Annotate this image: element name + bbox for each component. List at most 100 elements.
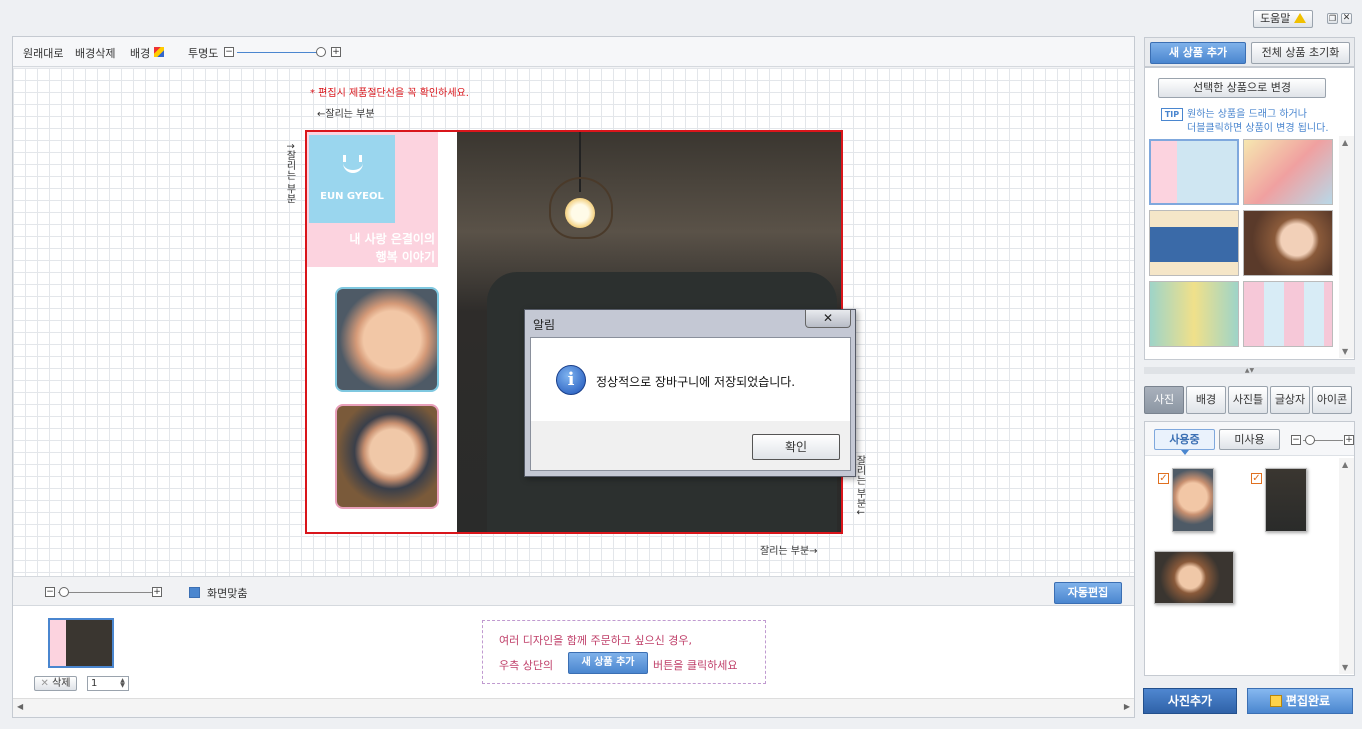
photo-asset-panel: 사용중 미사용 − + ✓ ✓ ✓ ▲ ▼ <box>1144 421 1355 676</box>
name-badge: EUN GYEOL <box>309 135 395 223</box>
unused-tab-button[interactable]: 미사용 <box>1219 429 1280 450</box>
asset-scroll-down-icon[interactable]: ▼ <box>1342 663 1348 672</box>
caption-line-2: 행복 이야기 <box>375 250 435 264</box>
opacity-minus-button[interactable]: − <box>224 47 234 57</box>
thumb-size-minus-button[interactable]: − <box>1291 435 1301 445</box>
tip-line-1: 원하는 상품을 드래그 하거나 <box>1187 109 1307 120</box>
fit-screen-checkbox[interactable] <box>189 587 200 598</box>
product-thumb-6[interactable] <box>1243 281 1333 347</box>
help-button[interactable]: 도움말 <box>1253 10 1313 28</box>
notice-line-1: 여러 디자인을 함께 주문하고 싶으신 경우, <box>499 634 693 647</box>
asset-tabs: 사진 배경 사진틀 글상자 아이콘 <box>1144 384 1355 416</box>
finish-edit-button[interactable]: 편집완료 <box>1247 688 1353 714</box>
product-thumb-2[interactable] <box>1243 139 1333 205</box>
editor-toolbar: 원래대로 배경삭제 배경 투명도 − + <box>13 37 1134 67</box>
opacity-plus-button[interactable]: + <box>331 47 341 57</box>
x-icon: ✕ <box>40 678 49 689</box>
cut-label-bottom: 잘리는 부분→ <box>760 546 818 557</box>
product-thumb-1[interactable] <box>1149 139 1239 205</box>
canvas-bottom-bar: − + 화면맞춤 자동편집 <box>13 576 1134 606</box>
auto-edit-button[interactable]: 자동편집 <box>1054 582 1122 604</box>
dialog-close-button[interactable]: ✕ <box>805 310 851 328</box>
add-new-product-button[interactable]: 새 상품 추가 <box>1150 42 1246 64</box>
delete-page-button[interactable]: ✕ 삭제 <box>34 676 77 691</box>
page-thumbnail[interactable] <box>48 618 114 668</box>
delete-background-button[interactable]: 배경삭제 <box>75 45 115 61</box>
add-photo-button[interactable]: 사진추가 <box>1143 688 1237 714</box>
product-top-bar: 새 상품 추가 전체 상품 초기화 <box>1144 37 1355 67</box>
smile-icon <box>341 153 367 179</box>
notice-add-button[interactable]: 새 상품 추가 <box>568 652 648 674</box>
delete-page-label: 삭제 <box>52 678 71 689</box>
dialog-message: 정상적으로 장바구니에 저장되었습니다. <box>596 375 796 389</box>
tip-badge: TIP <box>1161 108 1183 121</box>
palette-icon <box>154 47 164 57</box>
tip-line-2: 더블클릭하면 상품이 변경 됩니다. <box>1187 123 1329 134</box>
notice-line-2-suffix: 버튼을 클릭하세요 <box>653 659 738 672</box>
cut-label-left: ↑잘리는 부분 <box>284 142 295 204</box>
photo-frame-1[interactable] <box>335 287 439 392</box>
zoom-plus-button[interactable]: + <box>152 587 162 597</box>
stepper-arrows-icon[interactable]: ▲ ▼ <box>118 678 127 689</box>
tab-background[interactable]: 배경 <box>1186 386 1226 414</box>
scroll-up-icon[interactable]: ▲ <box>1342 138 1348 147</box>
scroll-down-icon[interactable]: ▼ <box>1342 347 1348 356</box>
photo-2-checkbox[interactable]: ✓ <box>1251 473 1262 484</box>
save-icon <box>1269 695 1282 707</box>
used-photo-3[interactable] <box>1154 551 1234 604</box>
product-list-panel: 선택한 상품으로 변경 TIP 원하는 상품을 드래그 하거나 더블클릭하면 상… <box>1144 67 1355 360</box>
thumb-size-slider-thumb[interactable] <box>1305 435 1315 445</box>
finish-edit-label: 편집완료 <box>1285 694 1331 708</box>
product-thumb-5[interactable] <box>1149 281 1239 347</box>
thumb-size-plus-button[interactable]: + <box>1344 435 1354 445</box>
asset-scroll-up-icon[interactable]: ▲ <box>1342 460 1348 469</box>
restore-window-button[interactable]: ❐ <box>1327 13 1338 24</box>
photo-frame-2[interactable] <box>335 404 439 509</box>
used-tab-button[interactable]: 사용중 <box>1154 429 1215 450</box>
notice-box: 여러 디자인을 함께 주문하고 싶으신 경우, 우측 상단의 새 상품 추가 버… <box>482 620 766 684</box>
help-label: 도움말 <box>1260 12 1291 25</box>
fit-screen-label: 화면맞춤 <box>207 587 248 600</box>
asset-scrollbar[interactable]: ▲ ▼ <box>1339 458 1354 674</box>
photo-1-checkbox[interactable]: ✓ <box>1158 473 1169 484</box>
dialog-title: 알림 <box>533 318 556 332</box>
tab-icon[interactable]: 아이콘 <box>1312 386 1352 414</box>
opacity-slider-thumb[interactable] <box>316 47 326 57</box>
dialog-ok-button[interactable]: 확인 <box>752 434 840 460</box>
page-count-stepper[interactable]: 1 ▲ ▼ <box>87 676 129 691</box>
original-button[interactable]: 원래대로 <box>23 45 63 61</box>
reset-all-products-button[interactable]: 전체 상품 초기화 <box>1251 42 1350 64</box>
cut-warning-text: * 편집시 제품절단선을 꼭 확인하세요. <box>310 88 469 99</box>
opacity-slider-track[interactable] <box>237 52 323 53</box>
notice-line-2-prefix: 우측 상단의 <box>499 659 554 672</box>
name-text: EUN GYEOL <box>320 191 384 202</box>
info-icon: i <box>556 365 586 395</box>
scroll-left-icon[interactable]: ◀ <box>17 702 23 711</box>
alert-dialog: 알림 ✕ i 정상적으로 장바구니에 저장되었습니다. 확인 <box>524 309 856 477</box>
used-photo-2[interactable] <box>1265 468 1307 532</box>
warning-icon <box>1293 13 1306 23</box>
tab-frame[interactable]: 사진틀 <box>1228 386 1268 414</box>
zoom-slider-thumb[interactable] <box>59 587 69 597</box>
product-thumb-4[interactable] <box>1243 210 1333 276</box>
cut-label-top: ←잘리는 부분 <box>317 109 375 120</box>
zoom-minus-button[interactable]: − <box>45 587 55 597</box>
used-tab-indicator-icon <box>1181 450 1189 455</box>
add-photo-label: 사진추가 <box>1167 694 1213 708</box>
close-window-button[interactable]: ✕ <box>1341 13 1352 24</box>
change-selected-product-button[interactable]: 선택한 상품으로 변경 <box>1158 78 1326 98</box>
background-button[interactable]: 배경 <box>130 45 150 61</box>
tab-photo[interactable]: 사진 <box>1144 386 1184 414</box>
tab-textbox[interactable]: 글상자 <box>1270 386 1310 414</box>
page-count-value: 1 <box>91 678 98 689</box>
opacity-label: 투명도 <box>188 47 219 60</box>
panel-splitter[interactable]: ▲▼ <box>1144 367 1355 374</box>
horizontal-scrollbar[interactable]: ◀ ▶ <box>13 698 1134 715</box>
product-thumb-3[interactable] <box>1149 210 1239 276</box>
lamp-bulb <box>565 198 595 228</box>
used-photo-1[interactable] <box>1172 468 1214 532</box>
caption-line-1: 내 사랑 은결이의 <box>349 232 435 246</box>
product-list-scrollbar[interactable]: ▲ ▼ <box>1339 136 1354 358</box>
scroll-right-icon[interactable]: ▶ <box>1124 702 1130 711</box>
zoom-slider-track[interactable] <box>58 592 152 593</box>
